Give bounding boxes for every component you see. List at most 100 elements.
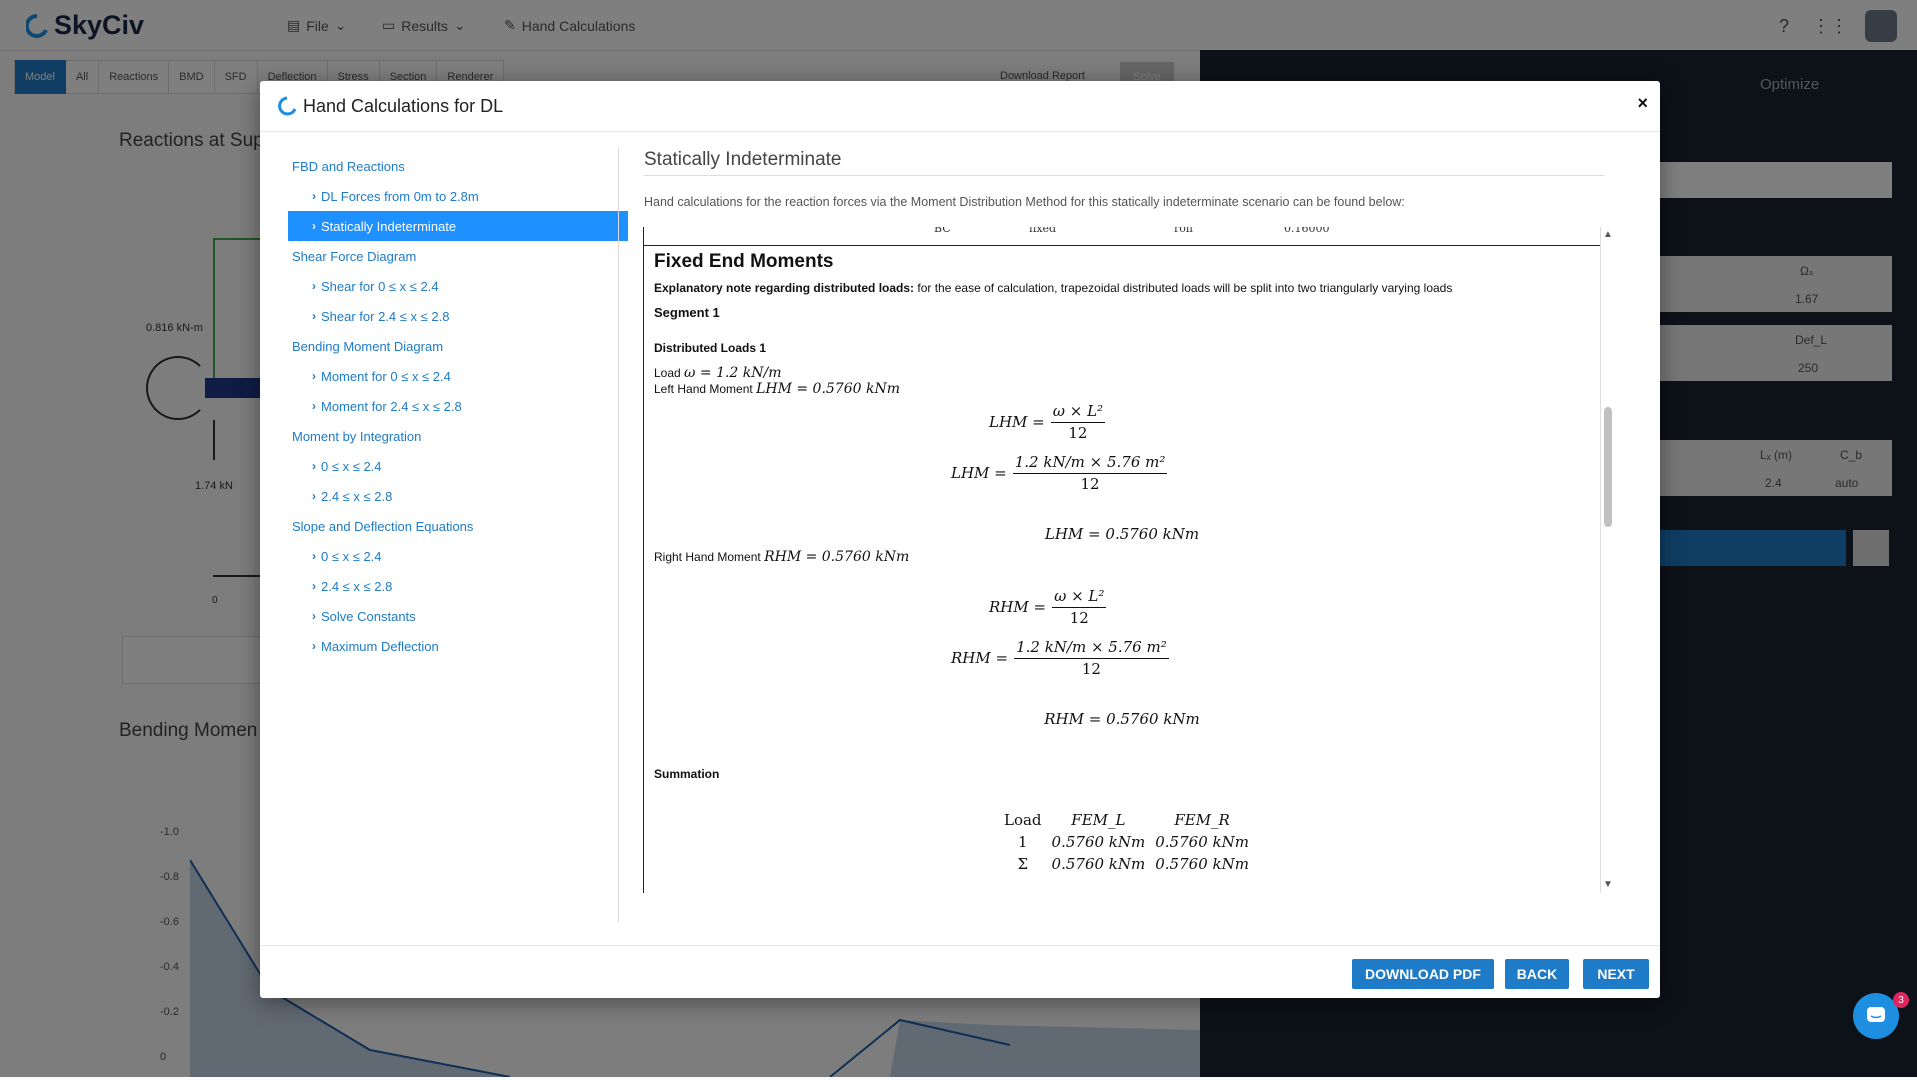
summation-heading: Summation <box>654 767 720 781</box>
back-button[interactable]: BACK <box>1505 959 1569 989</box>
loads-heading: Distributed Loads 1 <box>654 341 767 355</box>
summation-table: Load FEM_L FEM_R 1 0.5760 kNm 0.5760 kNm… <box>999 809 1254 875</box>
nav-moment-by-integration[interactable]: Moment by Integration <box>288 421 628 451</box>
table-cell: 0.5760 kNm <box>1051 855 1146 873</box>
cut-off-table-row: BC fixed roll 0.16000 <box>644 227 1600 246</box>
table-row: Σ 0.5760 kNm 0.5760 kNm <box>999 853 1254 875</box>
rhm-line: Right Hand Moment RHM = 0.5760 kNm <box>654 549 909 565</box>
nav-moment-segment-1[interactable]: › Moment for 0 ≤ x ≤ 2.4 <box>288 361 628 391</box>
formula-numerator: ω × L² <box>1050 402 1106 423</box>
chevron-right-icon: › <box>312 219 316 233</box>
lhm-result: LHM = 0.5760 kNm <box>1044 525 1200 543</box>
formula-numerator: 1.2 kN/m × 5.76 m² <box>1014 638 1169 659</box>
chevron-right-icon: › <box>312 279 316 293</box>
formula-denominator: 12 <box>1080 475 1100 493</box>
table-cell: 0.5760 kNm <box>1051 833 1146 851</box>
chevron-right-icon: › <box>312 639 316 653</box>
formula-denominator: 12 <box>1069 609 1089 627</box>
content-description: Hand calculations for the reaction force… <box>644 195 1405 209</box>
formula-numerator: ω × L² <box>1052 587 1107 608</box>
lhm-substitution: LHM = 1.2 kN/m × 5.76 m² 12 <box>951 453 1168 493</box>
formula-numerator: 1.2 kN/m × 5.76 m² <box>1012 453 1168 474</box>
calc-scrollbar[interactable]: ▲ ▼ <box>1600 227 1616 893</box>
nav-bending-moment-diagram[interactable]: Bending Moment Diagram <box>288 331 628 361</box>
nav-integration-segment-1[interactable]: › 0 ≤ x ≤ 2.4 <box>288 451 628 481</box>
nav-label: Bending Moment Diagram <box>292 338 444 354</box>
content-title: Statically Indeterminate <box>644 149 842 170</box>
formula-lhs: RHM = <box>989 598 1047 616</box>
explanatory-note: Explanatory note regarding distributed l… <box>654 281 1452 295</box>
lhm-equation: LHM = 0.5760 kNm <box>756 381 900 397</box>
nav-shear-segment-2[interactable]: › Shear for 2.4 ≤ x ≤ 2.8 <box>288 301 628 331</box>
chevron-right-icon: › <box>312 399 316 413</box>
nav-shear-segment-1[interactable]: › Shear for 0 ≤ x ≤ 2.4 <box>288 271 628 301</box>
cut-cell: 0.16000 <box>1284 227 1330 235</box>
next-button[interactable]: NEXT <box>1583 959 1649 989</box>
formula-denominator: 12 <box>1081 660 1101 678</box>
nav-label: Shear for 2.4 ≤ x ≤ 2.8 <box>321 308 450 324</box>
segment-heading: Segment 1 <box>654 305 720 320</box>
nav-label: Moment by Integration <box>292 428 422 444</box>
chevron-right-icon: › <box>312 579 316 593</box>
nav-label: Shear Force Diagram <box>292 248 417 264</box>
table-cell: 0.5760 kNm <box>1155 833 1249 851</box>
nav-integration-segment-2[interactable]: › 2.4 ≤ x ≤ 2.8 <box>288 481 628 511</box>
nav-label: FBD and Reactions <box>292 158 405 174</box>
scroll-up-icon[interactable]: ▲ <box>1603 229 1613 240</box>
chat-badge: 3 <box>1893 992 1909 1008</box>
table-header: FEM_L <box>1071 811 1126 829</box>
divider <box>618 147 619 922</box>
nav-label: 2.4 ≤ x ≤ 2.8 <box>321 488 393 504</box>
formula-lhs: LHM = <box>951 464 1007 482</box>
nav-fbd-reactions[interactable]: FBD and Reactions <box>288 151 628 181</box>
cut-cell: fixed <box>1029 227 1057 235</box>
nav-shear-force-diagram[interactable]: Shear Force Diagram <box>288 241 628 271</box>
rhm-formula: RHM = ω × L² 12 <box>989 587 1107 627</box>
close-icon[interactable]: × <box>1637 93 1648 114</box>
rhm-equation: RHM = 0.5760 kNm <box>764 549 910 565</box>
cut-cell: roll <box>1174 227 1193 235</box>
nav-dl-forces[interactable]: › DL Forces from 0m to 2.8m <box>288 181 628 211</box>
nav-slope-deflection[interactable]: Slope and Deflection Equations <box>288 511 628 541</box>
skyciv-logo-icon <box>278 96 297 116</box>
table-cell: Σ <box>1017 855 1029 873</box>
download-pdf-button[interactable]: DOWNLOAD PDF <box>1352 959 1494 989</box>
lhm-prefix: Left Hand Moment <box>654 382 757 396</box>
table-row: 1 0.5760 kNm 0.5760 kNm <box>999 831 1254 853</box>
lhm-formula: LHM = ω × L² 12 <box>989 402 1106 442</box>
section-heading: Fixed End Moments <box>654 251 834 272</box>
chat-icon <box>1867 1007 1885 1022</box>
cut-cell: BC <box>934 227 951 235</box>
load-prefix: Load <box>654 366 685 380</box>
nav-solve-constants[interactable]: › Solve Constants <box>288 601 628 631</box>
nav-label: Maximum Deflection <box>321 638 439 654</box>
divider <box>644 175 1604 176</box>
table-cell: 1 <box>1018 833 1028 851</box>
calculation-viewer[interactable]: BC fixed roll 0.16000 Fixed End Moments … <box>643 227 1601 893</box>
nav-moment-segment-2[interactable]: › Moment for 2.4 ≤ x ≤ 2.8 <box>288 391 628 421</box>
nav-label: 2.4 ≤ x ≤ 2.8 <box>321 578 393 594</box>
chevron-right-icon: › <box>312 189 316 203</box>
load-equation: ω = 1.2 kN/m <box>684 365 782 381</box>
nav-label: DL Forces from 0m to 2.8m <box>321 188 479 204</box>
chevron-right-icon: › <box>312 549 316 563</box>
table-cell: 0.5760 kNm <box>1155 855 1249 873</box>
nav-label: Solve Constants <box>321 608 416 624</box>
nav-slope-segment-1[interactable]: › 0 ≤ x ≤ 2.4 <box>288 541 628 571</box>
nav-slope-segment-2[interactable]: › 2.4 ≤ x ≤ 2.8 <box>288 571 628 601</box>
formula-lhs: RHM = <box>951 649 1009 667</box>
formula-lhs: LHM = <box>989 413 1045 431</box>
nav-label: Moment for 2.4 ≤ x ≤ 2.8 <box>321 398 462 414</box>
scroll-down-icon[interactable]: ▼ <box>1603 879 1613 890</box>
rhm-prefix: Right Hand Moment <box>654 550 765 564</box>
nav-statically-indeterminate[interactable]: › Statically Indeterminate <box>288 211 628 241</box>
nav-label: 0 ≤ x ≤ 2.4 <box>321 548 382 564</box>
chevron-right-icon: › <box>312 369 316 383</box>
modal-header: Hand Calculations for DL × <box>260 81 1660 132</box>
nav-maximum-deflection[interactable]: › Maximum Deflection <box>288 631 628 661</box>
calc-navigation: FBD and Reactions › DL Forces from 0m to … <box>288 151 628 661</box>
nav-label: Shear for 0 ≤ x ≤ 2.4 <box>321 278 439 294</box>
note-bold: Explanatory note regarding distributed l… <box>654 281 915 295</box>
scrollbar-thumb[interactable] <box>1604 407 1612 527</box>
rhm-substitution: RHM = 1.2 kN/m × 5.76 m² 12 <box>951 638 1169 678</box>
